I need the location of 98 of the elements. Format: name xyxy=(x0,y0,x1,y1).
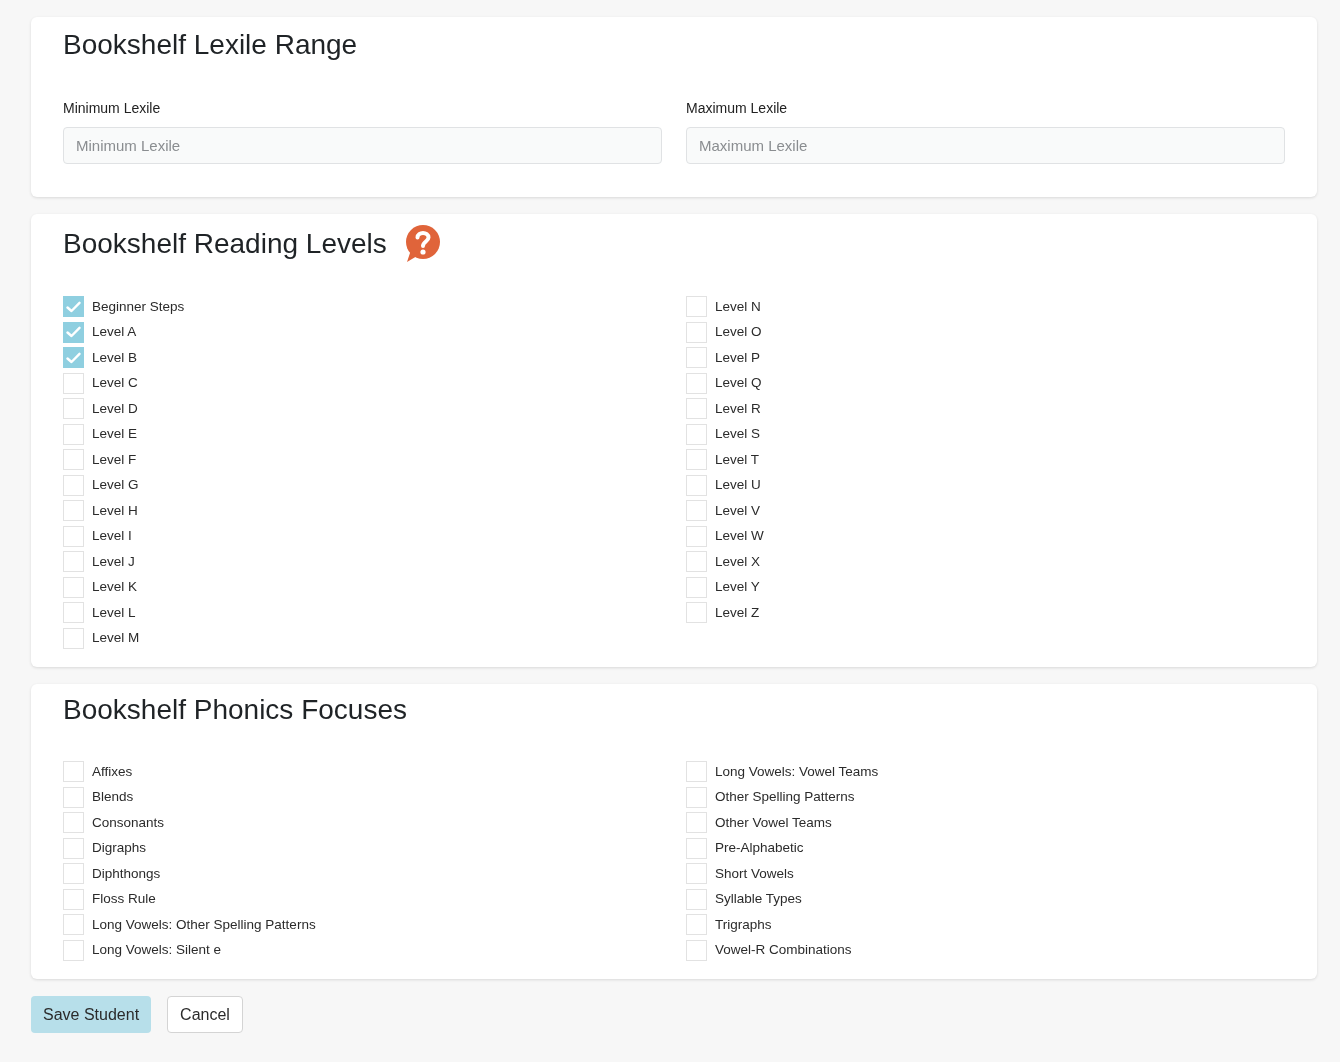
checkbox-label: Level A xyxy=(92,323,137,342)
checkbox[interactable] xyxy=(63,786,84,808)
checkbox[interactable] xyxy=(686,602,707,624)
checkbox-label: Level G xyxy=(92,476,139,495)
checkbox[interactable] xyxy=(63,551,84,573)
checkbox[interactable] xyxy=(686,474,707,496)
checkbox-label: Consonants xyxy=(92,813,165,832)
checkbox-label: Other Vowel Teams xyxy=(715,813,832,832)
checkbox-label: Level P xyxy=(715,348,761,367)
checkbox[interactable] xyxy=(686,347,707,369)
checkbox-label: Level M xyxy=(92,629,140,648)
checkbox[interactable] xyxy=(63,888,84,910)
checkbox-label: Level J xyxy=(92,552,135,571)
input-field[interactable]: Minimum Lexile xyxy=(63,127,662,164)
checkbox-label: Level B xyxy=(92,348,138,367)
checkbox[interactable] xyxy=(63,449,84,471)
check-icon xyxy=(66,326,81,339)
checkbox[interactable] xyxy=(686,837,707,859)
checkbox-label: Vowel-R Combinations xyxy=(715,941,852,960)
checkbox[interactable] xyxy=(63,939,84,961)
section-title: Bookshelf Lexile Range xyxy=(63,28,359,62)
checkbox-label: Short Vowels xyxy=(715,864,794,883)
checkbox-label: Level I xyxy=(92,527,132,546)
checkbox[interactable] xyxy=(686,372,707,394)
checkbox-label: Floss Rule xyxy=(92,890,156,909)
check-icon xyxy=(66,351,81,364)
checkbox-label: Trigraphs xyxy=(715,915,772,934)
field-label: Minimum Lexile xyxy=(63,99,162,117)
checkbox-label: Level F xyxy=(92,450,137,469)
checkbox[interactable] xyxy=(686,423,707,445)
checkbox-label: Level S xyxy=(715,425,761,444)
checkbox[interactable] xyxy=(686,939,707,961)
checkbox-label: Syllable Types xyxy=(715,890,802,909)
checkbox[interactable] xyxy=(686,863,707,885)
field-label: Maximum Lexile xyxy=(686,99,789,117)
checkbox[interactable] xyxy=(686,888,707,910)
checkbox[interactable] xyxy=(63,602,84,624)
checkbox[interactable] xyxy=(686,500,707,522)
checkbox-label: Pre-Alphabetic xyxy=(715,839,804,858)
cancel-button[interactable]: Cancel xyxy=(167,996,243,1033)
checkbox[interactable] xyxy=(686,321,707,343)
checkbox[interactable] xyxy=(686,786,707,808)
checkbox[interactable] xyxy=(63,423,84,445)
input-field[interactable]: Maximum Lexile xyxy=(686,127,1285,164)
checkbox-label: Level H xyxy=(92,501,138,520)
checkbox-label: Level K xyxy=(92,578,138,597)
checkbox-label: Level U xyxy=(715,476,761,495)
checkbox-label: Level D xyxy=(92,399,138,418)
checkbox-label: Level R xyxy=(715,399,761,418)
checkbox-label: Level N xyxy=(715,297,761,316)
checkbox[interactable] xyxy=(63,296,84,318)
checkbox[interactable] xyxy=(63,914,84,936)
checkbox-label: Long Vowels: Other Spelling Patterns xyxy=(92,915,316,934)
section-title: Bookshelf Reading Levels xyxy=(63,227,387,261)
checkbox[interactable] xyxy=(686,449,707,471)
checkbox-label: Diphthongs xyxy=(92,864,161,883)
checkbox[interactable] xyxy=(63,347,84,369)
checkbox[interactable] xyxy=(63,321,84,343)
checkbox-label: Level Y xyxy=(715,578,760,597)
checkbox-label: Beginner Steps xyxy=(92,297,185,316)
checkbox-label: Level L xyxy=(92,603,136,622)
checkbox-label: Other Spelling Patterns xyxy=(715,788,855,807)
checkbox-label: Level W xyxy=(715,527,764,546)
checkbox[interactable] xyxy=(63,372,84,394)
checkbox-label: Level O xyxy=(715,323,762,342)
checkbox-label: Blends xyxy=(92,788,134,807)
checkbox[interactable] xyxy=(63,863,84,885)
checkbox[interactable] xyxy=(63,500,84,522)
checkbox[interactable] xyxy=(63,525,84,547)
checkbox[interactable] xyxy=(686,761,707,783)
checkbox-label: Level V xyxy=(715,501,761,520)
checkbox-label: Affixes xyxy=(92,762,133,781)
checkbox[interactable] xyxy=(686,812,707,834)
checkbox[interactable] xyxy=(686,576,707,598)
checkbox-label: Digraphs xyxy=(92,839,147,858)
checkbox[interactable] xyxy=(63,761,84,783)
checkbox[interactable] xyxy=(686,296,707,318)
checkbox[interactable] xyxy=(686,398,707,420)
checkbox-label: Level X xyxy=(715,552,761,571)
section-title: Bookshelf Phonics Focuses xyxy=(63,693,407,727)
checkbox-label: Long Vowels: Silent e xyxy=(92,941,222,960)
checkbox[interactable] xyxy=(63,576,84,598)
checkbox-label: Level Q xyxy=(715,374,762,393)
checkbox[interactable] xyxy=(686,551,707,573)
checkbox[interactable] xyxy=(63,837,84,859)
checkbox-label: Level Z xyxy=(715,603,760,622)
save-button[interactable]: Save Student xyxy=(31,996,152,1033)
checkbox[interactable] xyxy=(63,398,84,420)
checkbox-label: Level E xyxy=(92,425,138,444)
checkbox-label: Long Vowels: Vowel Teams xyxy=(715,762,879,781)
check-icon xyxy=(66,300,81,313)
checkbox-label: Level T xyxy=(715,450,760,469)
checkbox[interactable] xyxy=(63,627,84,649)
checkbox[interactable] xyxy=(686,525,707,547)
checkbox[interactable] xyxy=(63,812,84,834)
checkbox[interactable] xyxy=(686,914,707,936)
checkbox[interactable] xyxy=(63,474,84,496)
checkbox-label: Level C xyxy=(92,374,138,393)
